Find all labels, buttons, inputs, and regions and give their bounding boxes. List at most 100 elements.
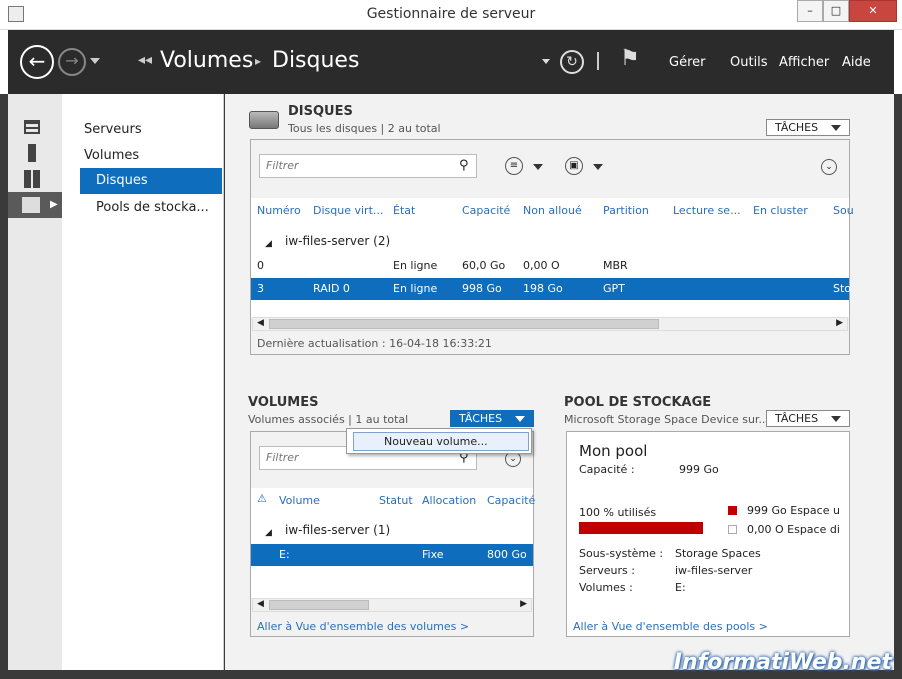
column-header[interactable]: En cluster (753, 204, 808, 217)
table-row-selected[interactable]: 3 RAID 0 En ligne 998 Go 198 Go GPT Sto (251, 278, 852, 300)
cell-capacite: 800 Go (487, 548, 527, 561)
forward-button[interactable]: → (58, 48, 86, 76)
expand-icon[interactable]: ⌄ (821, 159, 837, 175)
all-servers-icon[interactable] (8, 168, 62, 192)
column-header[interactable]: Statut (379, 494, 413, 507)
disks-hscrollbar[interactable]: ◀ ▶ (252, 317, 848, 331)
maximize-button[interactable]: □ (823, 0, 849, 22)
menu-gerer[interactable]: Gérer (669, 55, 705, 70)
cell-non-alloue: 0,00 O (523, 259, 560, 272)
history-dropdown-icon[interactable] (90, 58, 100, 64)
subsystem-label: Sous-système : (579, 547, 664, 560)
nav-panel: Serveurs Volumes Disques Pools de stocka… (62, 94, 224, 670)
cell-disque-virtuel: RAID 0 (313, 282, 350, 295)
servers-value: iw-files-server (675, 564, 753, 577)
menu-item-new-volume[interactable]: Nouveau volume... (353, 432, 529, 451)
disks-panel: Filtrer ⚲ ≡ ▣ ⌄ Numéro Disque virt... Ét… (250, 139, 854, 355)
column-header[interactable]: Allocation (422, 494, 476, 507)
scroll-left-icon[interactable]: ◀ (257, 599, 264, 609)
usage-text: 100 % utilisés (579, 506, 657, 519)
save-query-icon[interactable]: ▣ (565, 157, 583, 175)
pool-tasks-button[interactable]: TÂCHES (766, 410, 850, 427)
volumes-label: Volumes : (579, 581, 633, 594)
disks-tasks-button[interactable]: TÂCHES (766, 119, 850, 136)
refresh-icon[interactable]: ↻ (560, 50, 584, 74)
disks-filter-input[interactable]: Filtrer (259, 154, 477, 178)
notifications-flag-icon[interactable]: ⚑ (620, 46, 640, 71)
file-storage-services-icon[interactable]: ▶ (8, 192, 62, 218)
column-header[interactable]: Numéro (257, 204, 301, 217)
volumes-panel: Filtrer ⚲ ⌄ ⚠ Volume Statut Allocation C… (250, 431, 535, 637)
column-header[interactable]: Volume (279, 494, 320, 507)
chevron-down-icon[interactable] (533, 164, 543, 170)
scroll-thumb[interactable] (269, 600, 369, 610)
capacity-label: Capacité : (579, 463, 635, 476)
volumes-tasks-label: TÂCHES (459, 412, 503, 425)
close-button[interactable]: ✕ (849, 0, 897, 22)
pools-overview-link[interactable]: Aller à Vue d'ensemble des pools > (573, 620, 768, 633)
pool-subtitle: Microsoft Storage Space Device sur... (564, 413, 769, 426)
cell-etat: En ligne (393, 282, 438, 295)
column-header[interactable]: Capacité (487, 494, 535, 507)
title-bar: Gestionnaire de serveur – □ ✕ (0, 0, 902, 30)
warning-sort-icon[interactable]: ⚠ (257, 492, 267, 505)
cell-non-alloue: 198 Go (523, 282, 563, 295)
breadcrumb-dropdown-icon[interactable] (542, 59, 550, 64)
breadcrumb-volumes[interactable]: Volumes (160, 48, 253, 73)
column-header[interactable]: Sou (833, 204, 854, 217)
volumes-overview-link[interactable]: Aller à Vue d'ensemble des volumes > (257, 620, 469, 633)
search-icon[interactable]: ⚲ (459, 158, 469, 173)
cell-partition: GPT (603, 282, 625, 295)
pool-tasks-label: TÂCHES (775, 412, 819, 425)
disks-group-header[interactable]: iw-files-server (2) (285, 234, 390, 248)
nav-item-volumes[interactable]: Volumes (80, 143, 222, 169)
chevron-down-icon (515, 416, 525, 422)
column-header[interactable]: Disque virt... (313, 204, 383, 217)
menu-outils[interactable]: Outils (730, 55, 768, 70)
cell-source: Sto (833, 282, 852, 295)
cell-numero: 0 (257, 259, 264, 272)
scroll-right-icon[interactable]: ▶ (836, 318, 843, 328)
column-header[interactable]: État (393, 204, 415, 217)
column-header[interactable]: Non alloué (523, 204, 582, 217)
menu-afficher[interactable]: Afficher (779, 55, 829, 70)
table-row-selected[interactable]: E: Fixe 800 Go (251, 544, 533, 566)
pool-name: Mon pool (579, 442, 648, 460)
usage-bar-fill (579, 522, 703, 534)
volumes-group-header[interactable]: iw-files-server (1) (285, 523, 390, 537)
watermark-logo: InformatiWeb.net (673, 650, 892, 675)
separator (597, 52, 599, 70)
menu-aide[interactable]: Aide (842, 55, 871, 70)
column-header[interactable]: Lecture se... (673, 204, 741, 217)
breadcrumb-disques[interactable]: Disques (272, 48, 359, 73)
local-server-icon[interactable] (8, 142, 62, 166)
volumes-hscrollbar[interactable]: ◀ ▶ (252, 598, 532, 612)
volumes-tasks-button[interactable]: TÂCHES (450, 410, 534, 427)
free-legend-swatch (728, 525, 737, 534)
cell-allocation: Fixe (422, 548, 444, 561)
breadcrumb-separator-icon: ▸ (255, 54, 262, 68)
scroll-left-icon[interactable]: ◀ (257, 318, 264, 328)
cell-volume: E: (279, 548, 290, 561)
collapse-group-icon[interactable]: ◢ (265, 239, 272, 249)
filter-criteria-icon[interactable]: ≡ (505, 157, 523, 175)
volumes-table: ⚠ Volume Statut Allocation Capacité ◢ iw… (251, 488, 535, 598)
nav-item-disques[interactable]: Disques (80, 168, 222, 194)
back-button[interactable]: ← (20, 45, 54, 79)
scroll-thumb[interactable] (269, 319, 659, 329)
column-header[interactable]: Partition (603, 204, 649, 217)
chevron-down-icon[interactable] (593, 164, 603, 170)
minimize-button[interactable]: – (797, 0, 823, 22)
disks-last-refresh: Dernière actualisation : 16-04-18 16:33:… (257, 337, 492, 350)
scroll-right-icon[interactable]: ▶ (520, 599, 527, 609)
disks-title: DISQUES (288, 104, 353, 119)
collapse-group-icon[interactable]: ◢ (265, 528, 272, 538)
cell-partition: MBR (603, 259, 628, 272)
pool-title: POOL DE STOCKAGE (564, 395, 712, 410)
nav-item-pools[interactable]: Pools de stocka... (80, 195, 222, 221)
column-header[interactable]: Capacité (462, 204, 510, 217)
table-row[interactable]: 0 En ligne 60,0 Go 0,00 O MBR (251, 255, 849, 277)
chevron-down-icon (831, 125, 841, 131)
dashboard-icon[interactable] (8, 116, 62, 140)
nav-item-serveurs[interactable]: Serveurs (80, 117, 222, 143)
